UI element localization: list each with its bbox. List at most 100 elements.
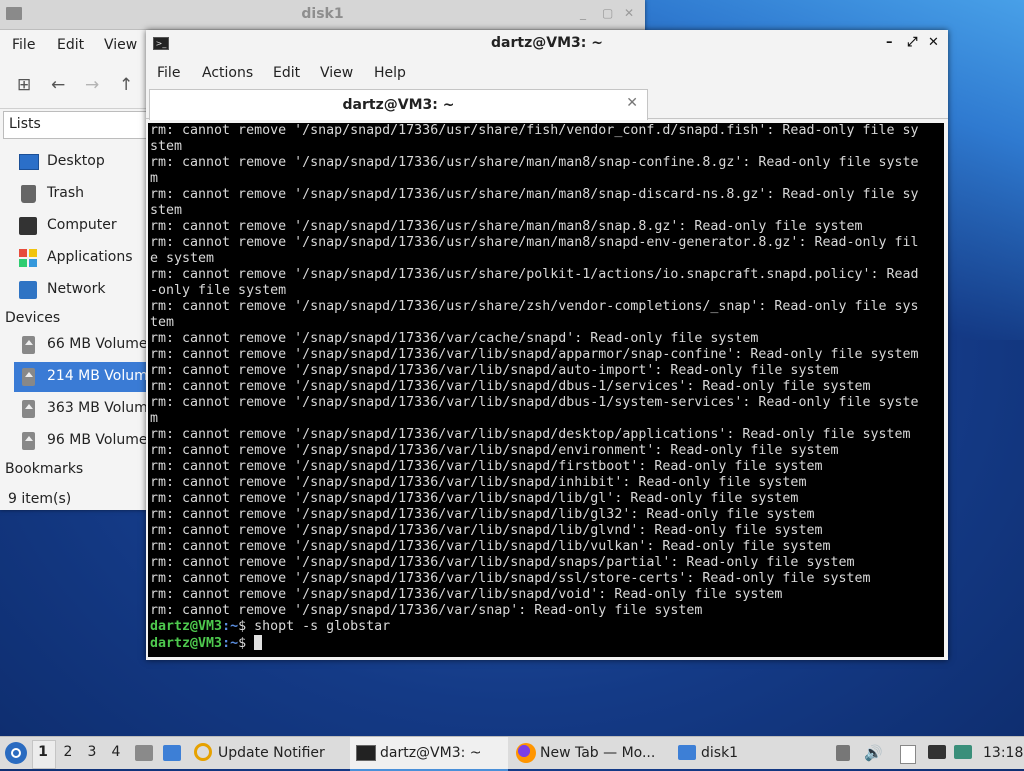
tab-terminal[interactable]: dartz@VM3: ~ ✕ (149, 89, 648, 120)
terminal-output: rm: cannot remove '/snap/snapd/17336/usr… (150, 123, 919, 652)
menu-edit[interactable]: Edit (273, 65, 300, 81)
drive-icon (22, 336, 35, 354)
task-update-notifier[interactable]: Update Notifier (190, 737, 340, 769)
workspace-3[interactable]: 3 (84, 744, 100, 760)
keyboard-icon[interactable] (928, 745, 946, 759)
menu-file[interactable]: File (12, 37, 35, 53)
terminal-line: rm: cannot remove '/snap/snapd/17336/var… (150, 443, 839, 458)
device-item[interactable]: 214 MB Volume (14, 362, 156, 392)
terminal-line: rm: cannot remove '/snap/snapd/17336/usr… (150, 219, 863, 234)
device-item[interactable]: 96 MB Volume (14, 426, 148, 456)
drive-icon (22, 400, 35, 418)
workspace-2[interactable]: 2 (60, 744, 76, 760)
menu-view[interactable]: View (320, 65, 353, 81)
terminal-line: tem (150, 315, 175, 330)
file-manager-titlebar[interactable]: disk1 _ ▢ ✕ (0, 0, 645, 30)
applications-icon (19, 249, 37, 267)
folder-icon (678, 745, 696, 760)
tab-close-icon[interactable]: ✕ (626, 95, 638, 111)
window-title: disk1 (301, 6, 344, 22)
terminal-window: >_ dartz@VM3: ~ – ⤢ ✕ File Actions Edit … (146, 30, 948, 660)
place-applications[interactable]: Applications (14, 243, 148, 273)
terminal-line: rm: cannot remove '/snap/snapd/17336/var… (150, 331, 759, 346)
last-command: shopt -s globstar (246, 619, 391, 634)
side-pane-label: Lists (9, 116, 41, 132)
maximize-icon[interactable]: ▢ (602, 6, 613, 20)
device-label: 66 MB Volume (47, 336, 148, 352)
menu-actions[interactable]: Actions (202, 65, 253, 81)
place-network[interactable]: Network (14, 275, 148, 305)
minimize-icon[interactable]: _ (580, 6, 586, 20)
terminal-line: rm: cannot remove '/snap/snapd/17336/var… (150, 363, 839, 378)
place-computer[interactable]: Computer (14, 211, 148, 241)
tab-label: dartz@VM3: ~ (342, 97, 455, 113)
terminal-line: rm: cannot remove '/snap/snapd/17336/var… (150, 379, 871, 394)
device-item[interactable]: 363 MB Volume (14, 394, 156, 424)
text-cursor (254, 635, 263, 650)
place-desktop[interactable]: Desktop (14, 147, 148, 177)
device-item[interactable]: 66 MB Volume (14, 330, 148, 360)
close-icon[interactable]: ✕ (928, 35, 939, 50)
menu-view[interactable]: View (104, 37, 137, 53)
file-manager-launcher-icon[interactable] (135, 745, 153, 761)
side-pane-selector[interactable]: Lists (3, 111, 148, 139)
terminal-screen[interactable]: rm: cannot remove '/snap/snapd/17336/usr… (148, 123, 944, 657)
place-trash[interactable]: Trash (14, 179, 148, 209)
prompt-path: :~ (222, 619, 239, 634)
terminal-line: rm: cannot remove '/snap/snapd/17336/usr… (150, 123, 919, 138)
network-icon (19, 281, 37, 299)
terminal-line: e system (150, 251, 215, 266)
task-label: New Tab — Mo... (540, 745, 656, 761)
task-terminal[interactable]: dartz@VM3: ~ (350, 737, 508, 771)
maximize-icon[interactable]: ⤢ (907, 35, 917, 50)
current-input (246, 636, 254, 651)
terminal-line: rm: cannot remove '/snap/snapd/17336/var… (150, 603, 703, 618)
start-menu-icon[interactable] (5, 742, 27, 764)
window-title: dartz@VM3: ~ (491, 35, 603, 51)
menu-help[interactable]: Help (374, 65, 406, 81)
desktop-icon (19, 154, 39, 170)
terminal-line: m (150, 411, 159, 426)
task-disk1[interactable]: disk1 (674, 737, 764, 769)
terminal-line: -only file system (150, 283, 287, 298)
drive-icon (22, 368, 35, 386)
forward-arrow-icon[interactable]: → (85, 75, 99, 95)
prompt-path: :~ (222, 636, 239, 651)
terminal-line: rm: cannot remove '/snap/snapd/17336/usr… (150, 299, 919, 314)
place-label: Computer (47, 217, 117, 233)
minimize-icon[interactable]: – (886, 35, 893, 50)
prompt-user: dartz@VM3 (150, 636, 223, 651)
task-label: Update Notifier (218, 745, 325, 761)
show-desktop-icon[interactable] (163, 745, 181, 761)
terminal-line: rm: cannot remove '/snap/snapd/17336/var… (150, 571, 871, 586)
terminal-titlebar[interactable]: >_ dartz@VM3: ~ – ⤢ ✕ (146, 30, 948, 58)
terminal-line: rm: cannot remove '/snap/snapd/17336/var… (150, 459, 823, 474)
task-firefox[interactable]: New Tab — Mo... (512, 737, 668, 769)
clipboard-icon[interactable] (900, 745, 916, 764)
terminal-line: rm: cannot remove '/snap/snapd/17336/var… (150, 587, 783, 602)
terminal-line: rm: cannot remove '/snap/snapd/17336/var… (150, 555, 855, 570)
back-arrow-icon[interactable]: ← (51, 75, 65, 95)
terminal-line: stem (150, 139, 183, 154)
prompt-symbol: $ (238, 636, 247, 651)
workspace-1[interactable]: 1 (35, 744, 51, 760)
device-label: 96 MB Volume (47, 432, 148, 448)
workspace-4[interactable]: 4 (108, 744, 124, 760)
network-status-icon[interactable] (954, 745, 972, 759)
place-label: Trash (47, 185, 84, 201)
clock[interactable]: 13:18 (983, 745, 1023, 761)
new-tab-icon[interactable]: ⊞ (17, 75, 31, 95)
prompt-symbol: $ (238, 619, 247, 634)
menubar: File Actions Edit View Help (146, 60, 948, 88)
menu-edit[interactable]: Edit (57, 37, 84, 53)
volume-icon[interactable]: 🔊 (864, 745, 883, 761)
close-icon[interactable]: ✕ (624, 6, 634, 20)
terminal-line: rm: cannot remove '/snap/snapd/17336/var… (150, 475, 807, 490)
up-arrow-icon[interactable]: ↑ (119, 75, 133, 95)
computer-icon (19, 217, 37, 235)
trash-icon (21, 185, 36, 203)
drive-eject-icon[interactable] (836, 745, 850, 761)
taskbar: 1 2 3 4 Update Notifier dartz@VM3: ~ New… (0, 736, 1024, 771)
update-notifier-icon (194, 743, 212, 761)
menu-file[interactable]: File (157, 65, 180, 81)
